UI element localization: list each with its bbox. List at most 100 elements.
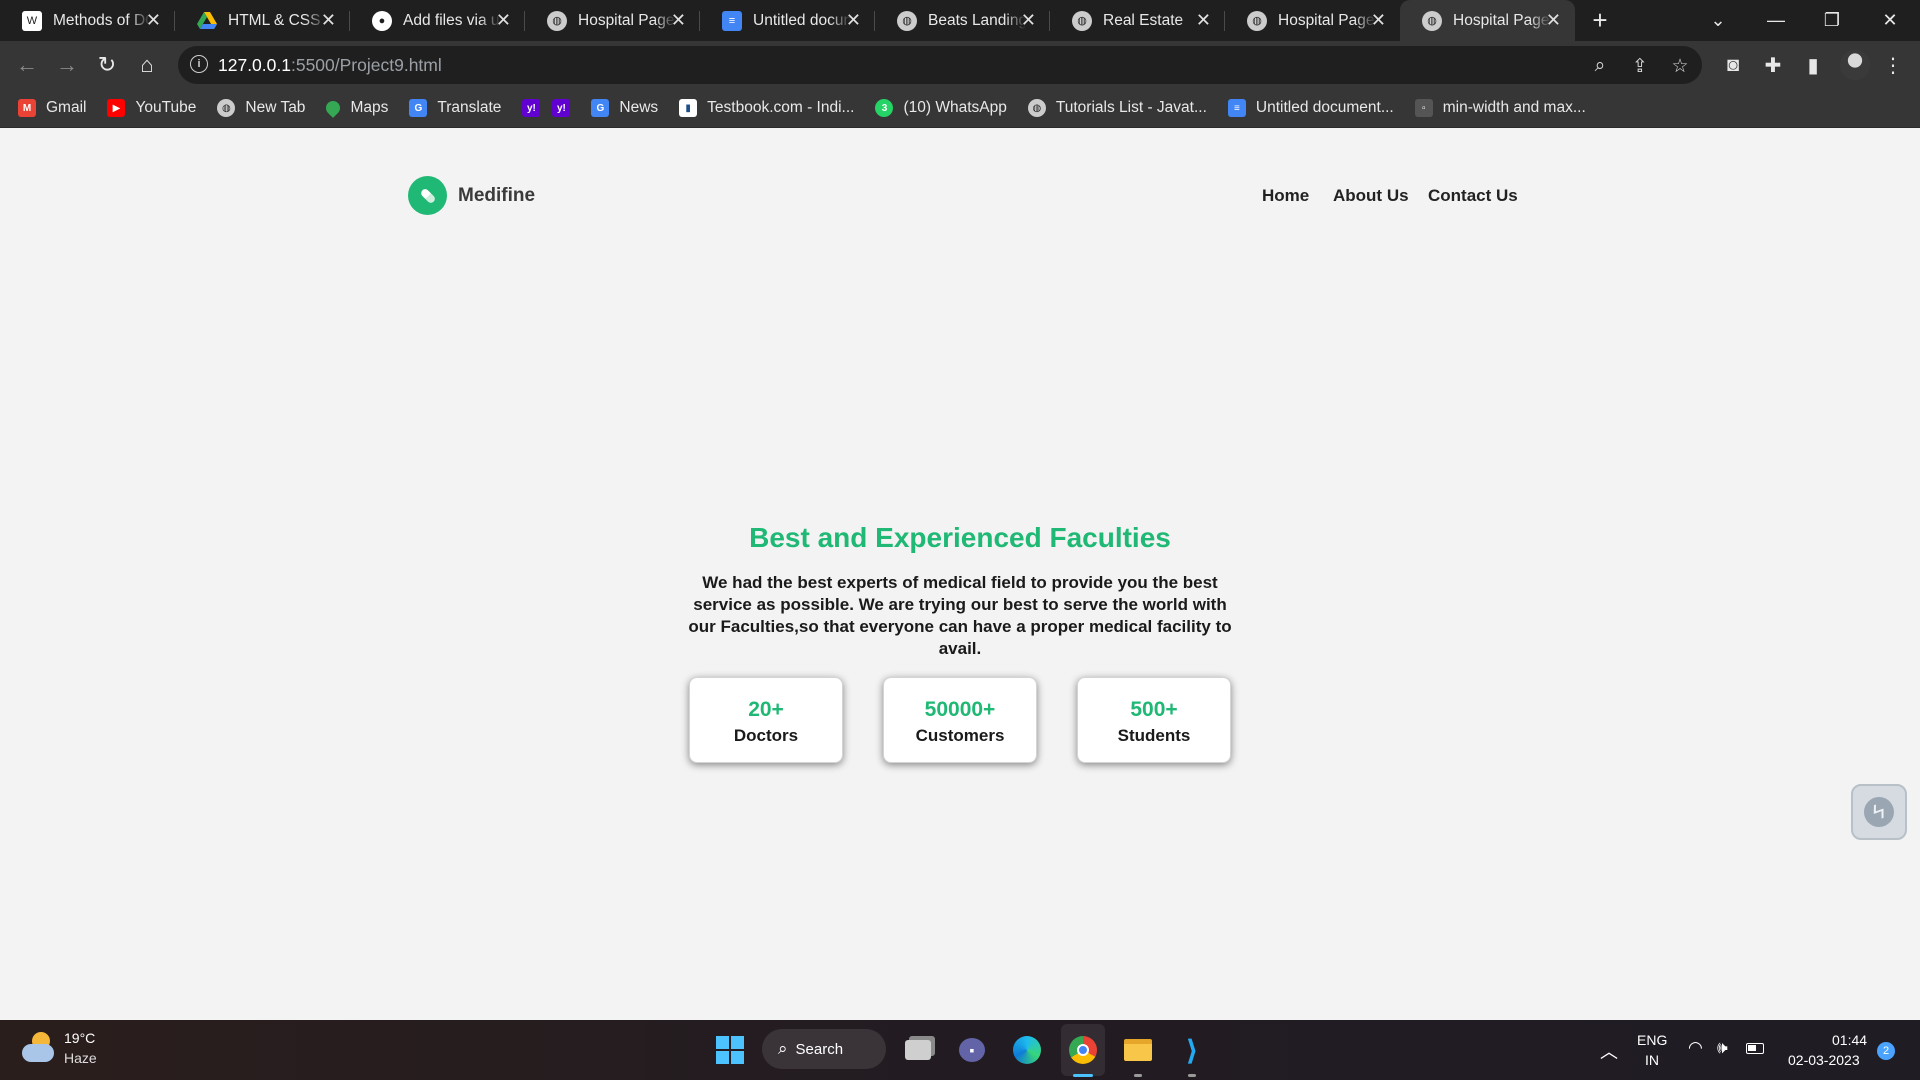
- bookmark-whatsapp[interactable]: 3 (10) WhatsApp: [875, 99, 1007, 117]
- google-docs-icon: ≡: [722, 10, 742, 31]
- stat-card-doctors: 20+ Doctors: [689, 677, 843, 763]
- tab-strip: W Methods of DOM ✕ HTML & CSS Projects ✕…: [0, 0, 1920, 41]
- bookmark-youtube[interactable]: ▶ YouTube: [107, 99, 196, 117]
- tab[interactable]: ● Add files via upload ✕: [350, 0, 525, 41]
- clock-date[interactable]: 02-03-2023: [1788, 1052, 1860, 1068]
- menu-kebab-icon[interactable]: ⋮: [1880, 52, 1906, 78]
- new-tab-button[interactable]: +: [1575, 0, 1625, 41]
- news-icon: G: [591, 99, 610, 117]
- close-icon[interactable]: ✕: [321, 11, 336, 29]
- close-icon[interactable]: ✕: [1371, 11, 1386, 29]
- pill-logo-icon[interactable]: [408, 176, 447, 215]
- testbook-icon: ▮: [679, 99, 698, 117]
- home-button[interactable]: ⌂: [132, 50, 162, 80]
- minimize-button[interactable]: —: [1748, 0, 1804, 41]
- teams-chat-icon[interactable]: ▪: [956, 1034, 988, 1066]
- tray-chevron-icon[interactable]: ︿: [1600, 1038, 1618, 1064]
- reload-button[interactable]: ↻: [92, 50, 122, 80]
- close-icon[interactable]: ✕: [496, 11, 511, 29]
- nav-about-us[interactable]: About Us: [1333, 186, 1409, 206]
- google-drive-icon: [197, 11, 217, 31]
- running-app-indicator: [1188, 1074, 1196, 1077]
- bookmark-yahoo[interactable]: y!: [522, 99, 541, 117]
- tab[interactable]: ◍ Hospital Page ✕: [525, 0, 700, 41]
- bookmark-javatpoint[interactable]: ◍ Tutorials List - Javat...: [1027, 99, 1207, 117]
- windows-taskbar: 19°C Haze ⌕ Search ▪ ⟩ ︿ ENG IN ◠ 🕪 01:44…: [0, 1020, 1920, 1080]
- bookmark-min-width[interactable]: ▫ min-width and max...: [1414, 99, 1586, 117]
- globe-icon: ◍: [547, 10, 567, 31]
- tab[interactable]: ◍ Beats Landing ✕: [875, 0, 1050, 41]
- camera-icon[interactable]: ◙: [1720, 52, 1746, 78]
- tab-title: Hospital Page: [1453, 11, 1550, 29]
- wifi-icon[interactable]: ◠: [1688, 1038, 1703, 1058]
- tab[interactable]: ≡ Untitled document ✕: [700, 0, 875, 41]
- tab-title: Real Estate: [1103, 11, 1184, 29]
- bookmark-translate[interactable]: G Translate: [409, 99, 501, 117]
- zoom-icon[interactable]: ⌕: [1588, 54, 1612, 78]
- share-icon[interactable]: ⇪: [1628, 54, 1652, 78]
- brand-name[interactable]: Medifine: [458, 185, 535, 207]
- bookmark-maps[interactable]: Maps: [323, 98, 388, 118]
- file-explorer-icon[interactable]: [1122, 1034, 1154, 1066]
- bookmark-untitled-document[interactable]: ≡ Untitled document...: [1227, 99, 1394, 117]
- volume-icon[interactable]: 🕪: [1717, 1038, 1728, 1058]
- forward-button[interactable]: →: [52, 50, 82, 80]
- close-icon[interactable]: ✕: [846, 11, 861, 29]
- close-icon[interactable]: ✕: [146, 11, 161, 29]
- restore-button[interactable]: ❐: [1804, 0, 1860, 41]
- edge-icon[interactable]: [1011, 1034, 1043, 1066]
- tab[interactable]: W Methods of DOM ✕: [0, 0, 175, 41]
- whatsapp-icon: 3: [875, 99, 894, 117]
- address-bar[interactable]: i 127.0.0.1:5500/Project9.html ⌕ ⇪ ☆: [178, 46, 1702, 84]
- side-panel-icon[interactable]: ▮: [1800, 52, 1826, 78]
- windows-start-icon[interactable]: [714, 1034, 746, 1066]
- tab-active[interactable]: ◍ Hospital Page ✕: [1400, 0, 1575, 41]
- globe-icon: ◍: [1247, 10, 1267, 31]
- floating-widget-button[interactable]: ϟ: [1851, 784, 1907, 840]
- battery-icon[interactable]: [1746, 1041, 1764, 1057]
- tab[interactable]: ◍ Real Estate ✕: [1050, 0, 1225, 41]
- back-button[interactable]: ←: [12, 50, 42, 80]
- taskbar-search[interactable]: ⌕ Search: [762, 1029, 886, 1069]
- bookmark-star-icon[interactable]: ☆: [1668, 54, 1692, 78]
- bookmark-new-tab[interactable]: ◍ New Tab: [217, 99, 305, 117]
- bookmark-testbook[interactable]: ▮ Testbook.com - Indi...: [679, 99, 854, 117]
- language-bottom[interactable]: IN: [1645, 1052, 1659, 1068]
- tab-search-chevron-icon[interactable]: ⌄: [1690, 0, 1746, 41]
- close-icon[interactable]: ✕: [1546, 11, 1561, 29]
- task-view-icon[interactable]: [902, 1034, 934, 1066]
- bookmark-yahoo[interactable]: y!: [552, 99, 571, 117]
- tab[interactable]: ◍ Hospital Page ✕: [1225, 0, 1400, 41]
- google-docs-icon: ≡: [1227, 99, 1246, 117]
- profile-avatar[interactable]: [1840, 50, 1870, 80]
- clock-time[interactable]: 01:44: [1832, 1032, 1867, 1048]
- bookmark-page-icon: ▫: [1414, 99, 1433, 117]
- temperature[interactable]: 19°C: [64, 1030, 95, 1046]
- weather-icon[interactable]: [22, 1032, 56, 1066]
- vscode-icon[interactable]: ⟩: [1176, 1034, 1208, 1066]
- chrome-icon[interactable]: [1067, 1034, 1099, 1066]
- nav-home[interactable]: Home: [1262, 186, 1309, 206]
- tab-title: Hospital Page: [1278, 11, 1375, 29]
- close-icon[interactable]: ✕: [1196, 11, 1211, 29]
- web-page: Medifine Home About Us Contact Us Best a…: [0, 128, 1920, 1020]
- language-top[interactable]: ENG: [1637, 1032, 1667, 1048]
- globe-icon: ◍: [1027, 99, 1046, 117]
- lightning-icon: ϟ: [1859, 792, 1899, 832]
- notification-badge[interactable]: 2: [1877, 1042, 1895, 1060]
- close-icon[interactable]: ✕: [1021, 11, 1036, 29]
- stat-value: 50000+: [924, 698, 996, 721]
- wordpress-icon: W: [22, 10, 42, 31]
- weather-condition[interactable]: Haze: [64, 1050, 97, 1066]
- active-app-indicator: [1073, 1074, 1093, 1077]
- bookmark-news[interactable]: G News: [591, 99, 658, 117]
- bookmark-gmail[interactable]: M Gmail: [18, 99, 86, 117]
- globe-icon: ◍: [1072, 10, 1092, 31]
- close-window-button[interactable]: ✕: [1862, 0, 1918, 41]
- close-icon[interactable]: ✕: [671, 11, 686, 29]
- tab[interactable]: HTML & CSS Projects ✕: [175, 0, 350, 41]
- site-info-icon[interactable]: i: [190, 55, 208, 73]
- nav-contact-us[interactable]: Contact Us: [1428, 186, 1518, 206]
- extensions-icon[interactable]: ✚: [1760, 52, 1786, 78]
- url-text[interactable]: 127.0.0.1:5500/Project9.html: [218, 55, 442, 76]
